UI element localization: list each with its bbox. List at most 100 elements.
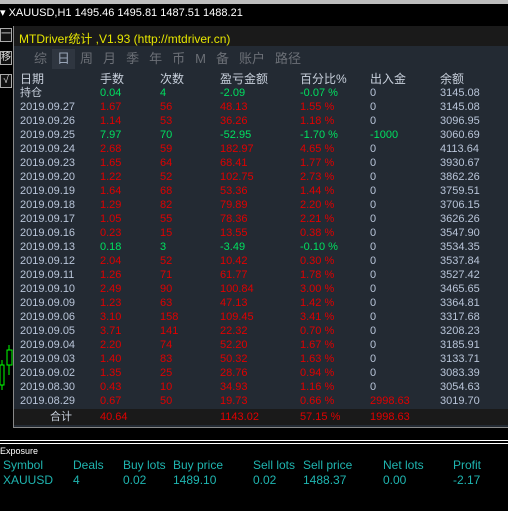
- table-row: 2019.08.30 0.43 10 34.93 1.16 % 0 3054.63: [14, 380, 508, 394]
- cell-pct: 4.65 %: [300, 143, 335, 155]
- cell-pct: 1.18 %: [300, 115, 335, 127]
- table-row: 2019.09.05 3.71 141 22.32 0.70 % 0 3208.23: [14, 324, 508, 338]
- cell-lots: 7.97: [100, 129, 122, 141]
- cell-flow: 0: [370, 227, 377, 239]
- table-row: 2019.09.20 1.22 52 102.75 2.73 % 0 3862.26: [14, 170, 508, 184]
- cell-date: 2019.09.03: [20, 353, 76, 365]
- cell-date: 2019.09.18: [20, 199, 76, 211]
- cell-count: 53: [160, 115, 173, 127]
- cell-pl: 22.32: [220, 325, 248, 337]
- cell-count: 63: [160, 297, 173, 309]
- cell-count: 10: [160, 381, 173, 393]
- cell-flow: 0: [370, 157, 377, 169]
- column-header-date: 日期: [20, 72, 45, 86]
- tab-7[interactable]: M: [190, 49, 211, 69]
- column-header-pct: 百分比%: [300, 72, 347, 86]
- tab-10[interactable]: 路径: [270, 49, 306, 69]
- cell-balance: 3547.90: [440, 227, 480, 239]
- side-button-3[interactable]: √: [0, 74, 12, 88]
- cell-count: 83: [160, 353, 173, 365]
- cell-count: 71: [160, 269, 173, 281]
- side-button-2[interactable]: 移: [0, 51, 12, 65]
- cell-flow: 0: [370, 353, 377, 365]
- open-count: 4: [160, 87, 167, 99]
- exposure-header-cell: Deals: [73, 458, 104, 472]
- cell-flow: 0: [370, 325, 377, 337]
- cell-count: 68: [160, 185, 173, 197]
- cell-balance: 3626.26: [440, 213, 480, 225]
- tab-4[interactable]: 季: [121, 49, 144, 69]
- cell-lots: 2.04: [100, 255, 122, 267]
- cell-lots: 0.67: [100, 395, 122, 407]
- table-row: 2019.09.17 1.05 55 78.36 2.21 % 0 3626.26: [14, 212, 508, 226]
- open-balance: 3145.08: [440, 87, 480, 99]
- cell-flow: 0: [370, 101, 377, 113]
- tab-9[interactable]: 账户: [234, 49, 270, 69]
- tab-1[interactable]: 日: [52, 49, 76, 69]
- table-row: 2019.09.27 1.67 56 48.13 1.55 % 0 3145.08: [14, 100, 508, 114]
- cell-pl: 13.55: [220, 227, 248, 239]
- cell-flow: 0: [370, 297, 377, 309]
- cell-lots: 1.23: [100, 297, 122, 309]
- tab-2[interactable]: 周: [75, 49, 98, 69]
- tab-bar: 综日周月季年币 M 备账户 路径: [29, 49, 306, 69]
- cell-count: 141: [160, 325, 179, 337]
- chart-ohlc: XAUUSD,H1 1495.46 1495.81 1487.51 1488.2…: [8, 7, 243, 19]
- cell-balance: 3759.51: [440, 185, 480, 197]
- cell-pl: 53.36: [220, 185, 248, 197]
- cell-date: 2019.09.02: [20, 367, 76, 379]
- window-border: [0, 0, 508, 4]
- table-row: 2019.09.11 1.26 71 61.77 1.78 % 0 3527.42: [14, 268, 508, 282]
- cell-balance: 3527.42: [440, 269, 480, 281]
- cell-pct: 2.21 %: [300, 213, 335, 225]
- tab-8[interactable]: 备: [211, 49, 234, 69]
- table-row: 2019.09.09 1.23 63 47.13 1.42 % 0 3364.81: [14, 296, 508, 310]
- cell-balance: 4113.64: [440, 143, 479, 155]
- cell-flow: 0: [370, 367, 377, 379]
- cell-pl: 36.26: [220, 115, 248, 127]
- cell-lots: 1.65: [100, 157, 122, 169]
- exposure-cell: XAUUSD: [3, 473, 54, 487]
- cell-flow: 0: [370, 115, 377, 127]
- side-button-1[interactable]: 一: [0, 28, 12, 42]
- cell-pct: 1.78 %: [300, 269, 335, 281]
- tab-6[interactable]: 币: [167, 49, 190, 69]
- open-pct: -0.07 %: [300, 87, 338, 99]
- chart-candles: [0, 345, 13, 390]
- cell-date: 2019.09.20: [20, 171, 76, 183]
- cell-pl: 61.77: [220, 269, 248, 281]
- cell-date: 2019.09.16: [20, 227, 76, 239]
- cell-pct: 1.63 %: [300, 353, 335, 365]
- cell-balance: 3133.71: [440, 353, 480, 365]
- cell-date: 2019.09.25: [20, 129, 76, 141]
- open-label: 持仓: [20, 87, 42, 99]
- cell-pl: 34.93: [220, 381, 248, 393]
- cell-flow: 0: [370, 311, 377, 323]
- cell-pct: 1.55 %: [300, 101, 335, 113]
- table-row: 2019.09.04 2.20 74 52.20 1.67 % 0 3185.91: [14, 338, 508, 352]
- cell-pl: 48.13: [220, 101, 248, 113]
- exposure-header-cell: Buy price: [173, 458, 224, 472]
- cell-lots: 1.64: [100, 185, 122, 197]
- cell-lots: 1.14: [100, 115, 122, 127]
- cell-date: 2019.09.04: [20, 339, 76, 351]
- tab-5[interactable]: 年: [144, 49, 167, 69]
- cell-lots: 1.67: [100, 101, 122, 113]
- cell-lots: 1.05: [100, 213, 122, 225]
- total-pct: 57.15 %: [300, 411, 341, 423]
- cell-balance: 3083.39: [440, 367, 480, 379]
- total-row: 合计 40.64 1143.02 57.15 % 1998.63: [14, 409, 508, 425]
- cell-date: 2019.09.23: [20, 157, 76, 169]
- cell-pl: 182.97: [220, 143, 254, 155]
- cell-balance: 3060.69: [440, 129, 480, 141]
- column-header-balance: 余额: [440, 72, 465, 86]
- exposure-cell: 4: [73, 473, 80, 487]
- cell-balance: 3145.08: [440, 101, 480, 113]
- tab-0[interactable]: 综: [29, 49, 52, 69]
- table-row: 2019.09.25 7.97 70 -52.95 -1.70 % -1000 3060.6…: [14, 128, 508, 142]
- cell-lots: 3.10: [100, 311, 122, 323]
- total-flow: 1998.63: [370, 411, 410, 423]
- tab-3[interactable]: 月: [98, 49, 121, 69]
- table-row: 2019.09.02 1.35 25 28.76 0.94 % 0 3083.39: [14, 366, 508, 380]
- table-row: 2019.09.03 1.40 83 50.32 1.63 % 0 3133.71: [14, 352, 508, 366]
